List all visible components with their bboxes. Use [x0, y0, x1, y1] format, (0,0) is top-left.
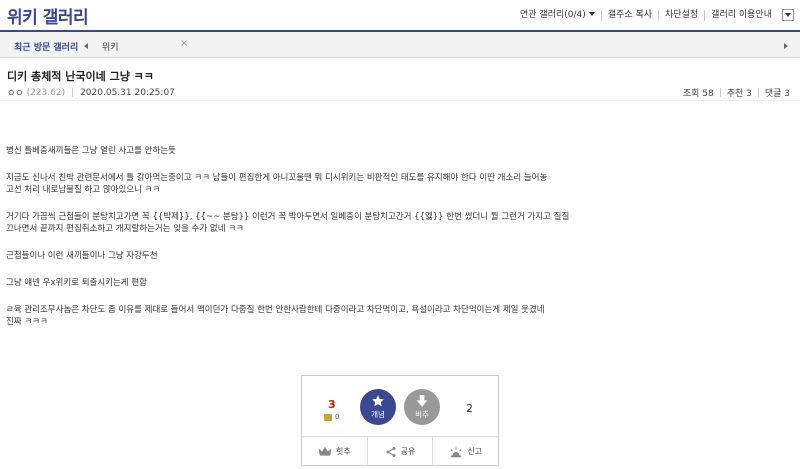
divider	[0, 100, 800, 101]
down-vote-count: 2	[466, 402, 473, 415]
body-line: 병신 틀베충새끼들은 그냥 열린 사고를 안하는듯	[6, 146, 176, 156]
close-icon[interactable]: ×	[180, 38, 188, 49]
vote-box: 3 0 개념 비추 2 힛추 공유 신고	[301, 375, 499, 466]
arrow-left-icon[interactable]	[84, 43, 88, 49]
separator	[757, 88, 759, 97]
gallery-title[interactable]: 위키 갤러리	[7, 3, 89, 28]
view-count: 조회 58	[682, 89, 714, 99]
recent-gallery-bar: 최근 방문 갤러리 위키 ×	[0, 30, 800, 58]
recent-gallery-label: 최근 방문 갤러리	[14, 43, 79, 53]
post-date: 2020.05.31 20:25:07	[80, 87, 175, 98]
recent-gallery-item[interactable]: 위키	[102, 40, 119, 53]
body-line: ㄹ육 관리조무사놈은 차단도 좀 이유를 제대로 들어서 맥이던가 다중질 한번…	[6, 305, 545, 315]
report-button[interactable]: 신고	[432, 437, 498, 466]
body-line: 고선 처리 내로남불질 하고 앉아있으니 ㅋㅋ	[6, 185, 161, 195]
caret-down-icon	[588, 12, 595, 16]
body-line: 거기다 가끔씩 근첩들이 분탕치고가면 꼭 {{박제}}, {{~~ 분탕}} …	[6, 212, 570, 222]
comment-count[interactable]: 댓글 3	[765, 86, 790, 99]
share-icon	[386, 446, 396, 457]
author-ip: (223.62)	[26, 87, 66, 98]
top-menu: 연관 갤러리(0/4) 갤주소 복사 차단설정 갤러리 이용안내	[514, 9, 794, 21]
body-line: 근첩들이나 이런 새끼들이나 그냥 자강두천	[6, 251, 158, 261]
up-vote-button[interactable]: 개념	[360, 389, 396, 425]
hit-recommend-button[interactable]: 힛추	[302, 437, 367, 466]
fixed-up-count: 0	[324, 413, 339, 421]
separator	[72, 88, 74, 97]
more-menu-button[interactable]	[782, 9, 794, 21]
post-meta: ㅇㅇ (223.62) 2020.05.31 20:25:07	[7, 86, 175, 100]
arrow-right-icon[interactable]	[784, 43, 788, 49]
body-line: 진짜 ㅋㅋㅋ	[6, 317, 48, 327]
fixed-user-icon	[324, 413, 332, 421]
block-settings-button[interactable]: 차단설정	[658, 9, 704, 21]
vote-actions: 힛추 공유 신고	[302, 436, 498, 466]
separator	[719, 88, 721, 97]
post-body: 병신 틀베충새끼들은 그냥 열린 사고를 안하는듯 지금도 신나서 친박 관련문…	[6, 145, 636, 328]
down-vote-button[interactable]: 비추	[404, 389, 440, 425]
chevron-down-icon	[785, 13, 791, 17]
vote-area: 3 0 개념 비추 2	[302, 376, 498, 436]
body-line: 끄나면서 끝까지 편집취소하고 개지랄하는거는 잊을 수가 없네 ㅋㅋ	[6, 224, 244, 234]
related-gallery-label: 연관 갤러리(0/4)	[520, 9, 586, 20]
related-gallery-dropdown[interactable]: 연관 갤러리(0/4)	[514, 10, 601, 21]
recommend-count: 추천 3	[726, 89, 752, 99]
author-name[interactable]: ㅇㅇ	[7, 86, 24, 99]
hit-recommend-label: 힛추	[335, 447, 351, 456]
arrow-down-icon	[416, 395, 428, 407]
body-line: 지금도 신나서 친박 관련문서에서 틀 갉아먹는중이고 ㅋㅋ 남들이 편집한게 …	[6, 173, 548, 183]
siren-icon	[450, 446, 462, 457]
down-vote-label: 비추	[415, 410, 429, 419]
star-icon	[372, 395, 384, 407]
post-stats: 조회 58 추천 3 댓글 3	[683, 86, 790, 99]
report-label: 신고	[467, 447, 483, 456]
fixed-up-count-value: 0	[335, 413, 340, 421]
up-vote-label: 개념	[371, 410, 385, 419]
gallery-guide-link[interactable]: 갤러리 이용안내	[704, 9, 778, 21]
copy-address-button[interactable]: 갤주소 복사	[600, 9, 658, 21]
crown-icon	[318, 446, 332, 456]
post-title: 디키 총체적 난국이네 그냥 ㅋㅋ	[7, 70, 154, 83]
body-line: 그냥 얘넨 우x위키로 퇴출시키는게 편함	[6, 278, 147, 288]
share-label: 공유	[400, 447, 416, 456]
up-vote-count: 3	[328, 398, 336, 411]
share-button[interactable]: 공유	[366, 437, 433, 466]
